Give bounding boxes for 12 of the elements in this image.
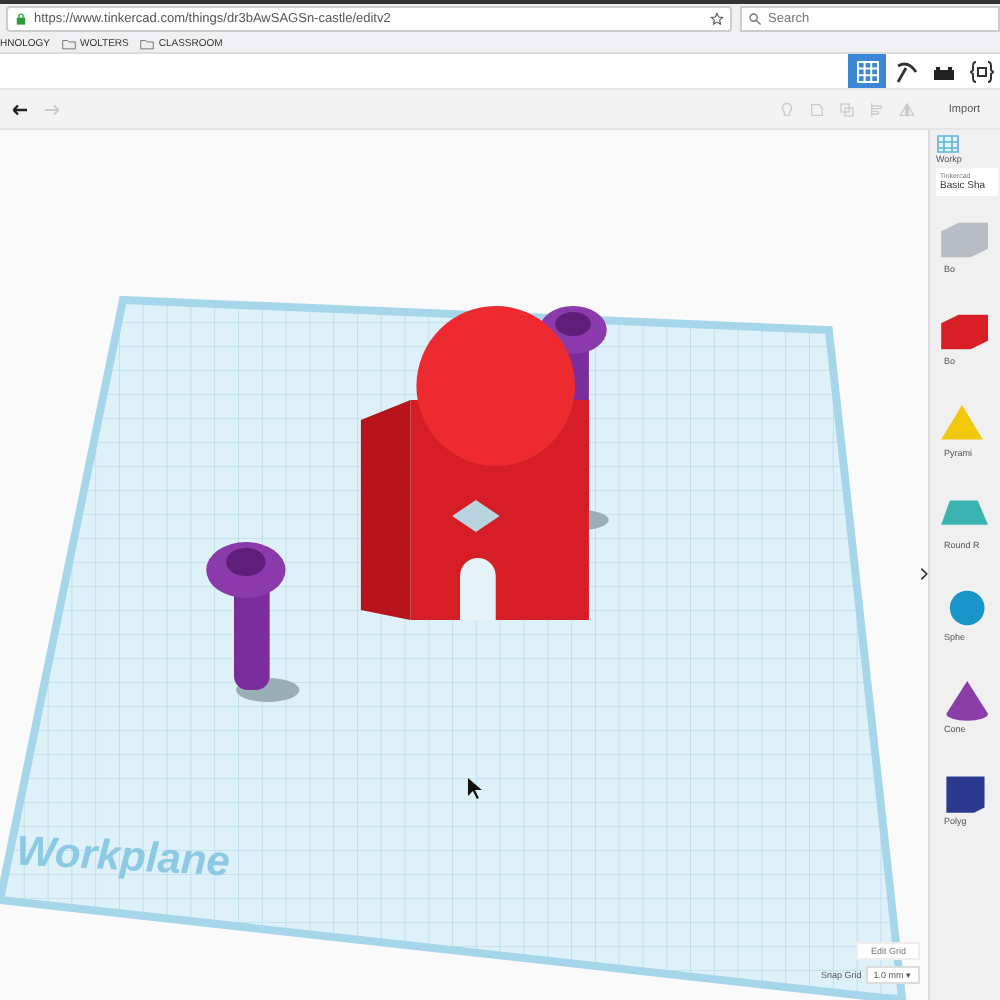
undo-icon[interactable] — [12, 101, 30, 117]
lock-icon — [14, 12, 28, 26]
chevron-icon[interactable] — [920, 566, 928, 582]
star-icon[interactable] — [710, 12, 724, 26]
grid-view-button[interactable] — [848, 54, 886, 88]
pickaxe-icon — [893, 60, 917, 84]
grid-icon — [855, 60, 879, 84]
search-icon — [748, 12, 762, 26]
code-braces-icon — [969, 60, 993, 84]
cursor-icon — [467, 778, 482, 799]
workplane-label: Workplane — [14, 828, 232, 888]
castle-model-drawing[interactable] — [206, 306, 609, 702]
